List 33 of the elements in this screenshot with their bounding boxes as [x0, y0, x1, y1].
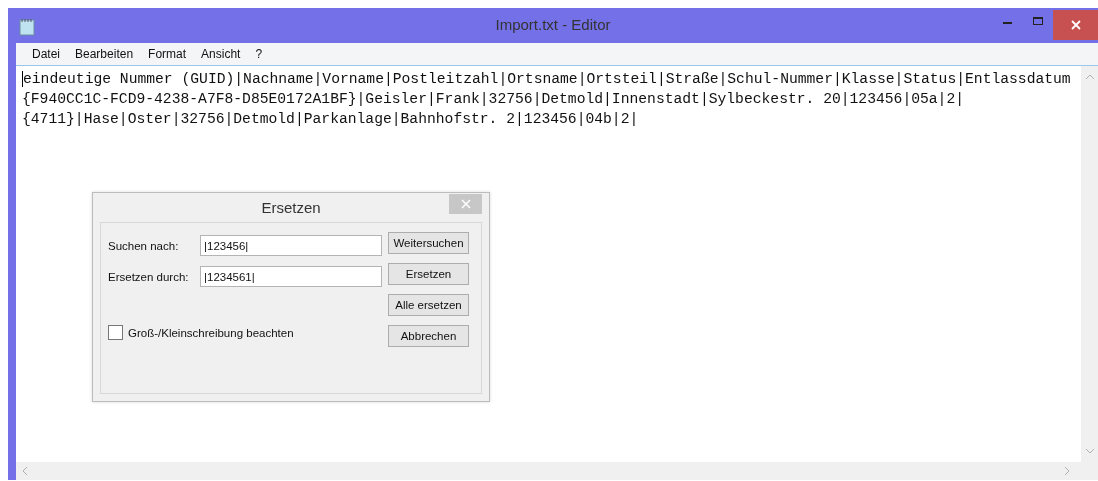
menu-item[interactable]: Ansicht — [193, 47, 248, 61]
scroll-up-icon[interactable] — [1084, 74, 1095, 80]
close-icon — [460, 199, 471, 209]
input-field[interactable]: |1234561| — [200, 266, 382, 287]
dialog-button[interactable]: Weitersuchen — [388, 232, 469, 254]
input-field[interactable]: |123456| — [200, 235, 382, 256]
scroll-left-icon[interactable] — [22, 466, 28, 476]
text-line: {4711}|Hase|Oster|32756|Detmold|Parkanlage|Bahnhofstr. 2|123456|04b|2| — [22, 111, 639, 127]
text-cursor — [22, 71, 23, 87]
menu-item[interactable]: Datei — [24, 47, 67, 61]
field-label: Suchen nach: — [108, 239, 180, 252]
maximize-icon — [1032, 16, 1044, 26]
close-button[interactable] — [1053, 10, 1098, 40]
text-line: eindeutige Nummer (GUID)|Nachname|Vorname|Postleitzahl|Ortsname|Ortsteil|Straße|Schul-Nummer|Klasse|Status|Entlassdatum — [23, 71, 1071, 87]
menu-item[interactable]: Format — [140, 47, 194, 61]
vertical-scrollbar[interactable] — [1081, 66, 1098, 462]
dialog-title: Ersetzen — [261, 199, 321, 216]
dialog-button[interactable]: Abbrechen — [388, 325, 469, 347]
close-button[interactable] — [449, 194, 482, 214]
checkbox-label: Groß-/Kleinschreibung beachten — [128, 326, 294, 339]
notepad-icon — [19, 18, 35, 36]
close-icon — [1069, 19, 1082, 31]
scroll-down-icon[interactable] — [1084, 448, 1095, 454]
field-label: Ersetzen durch: — [108, 270, 190, 283]
menu-item[interactable]: Bearbeiten — [67, 47, 141, 61]
horizontal-scrollbar[interactable] — [16, 462, 1098, 480]
menu-item[interactable]: ? — [247, 47, 270, 61]
dialog-button[interactable]: Ersetzen — [388, 263, 469, 285]
text-line: {F940CC1C-FCD9-4238-A7F8-D85E0172A1BF}|Geisler|Frank|32756|Detmold|Innenstadt|Sylbeckestr. 20|123456|05a|2| — [22, 91, 965, 107]
dialog-button[interactable]: Alle ersetzen — [388, 294, 469, 316]
scroll-right-icon[interactable] — [1064, 466, 1070, 476]
checkbox[interactable] — [108, 325, 123, 340]
window-title: Import.txt - Editor — [494, 16, 612, 33]
